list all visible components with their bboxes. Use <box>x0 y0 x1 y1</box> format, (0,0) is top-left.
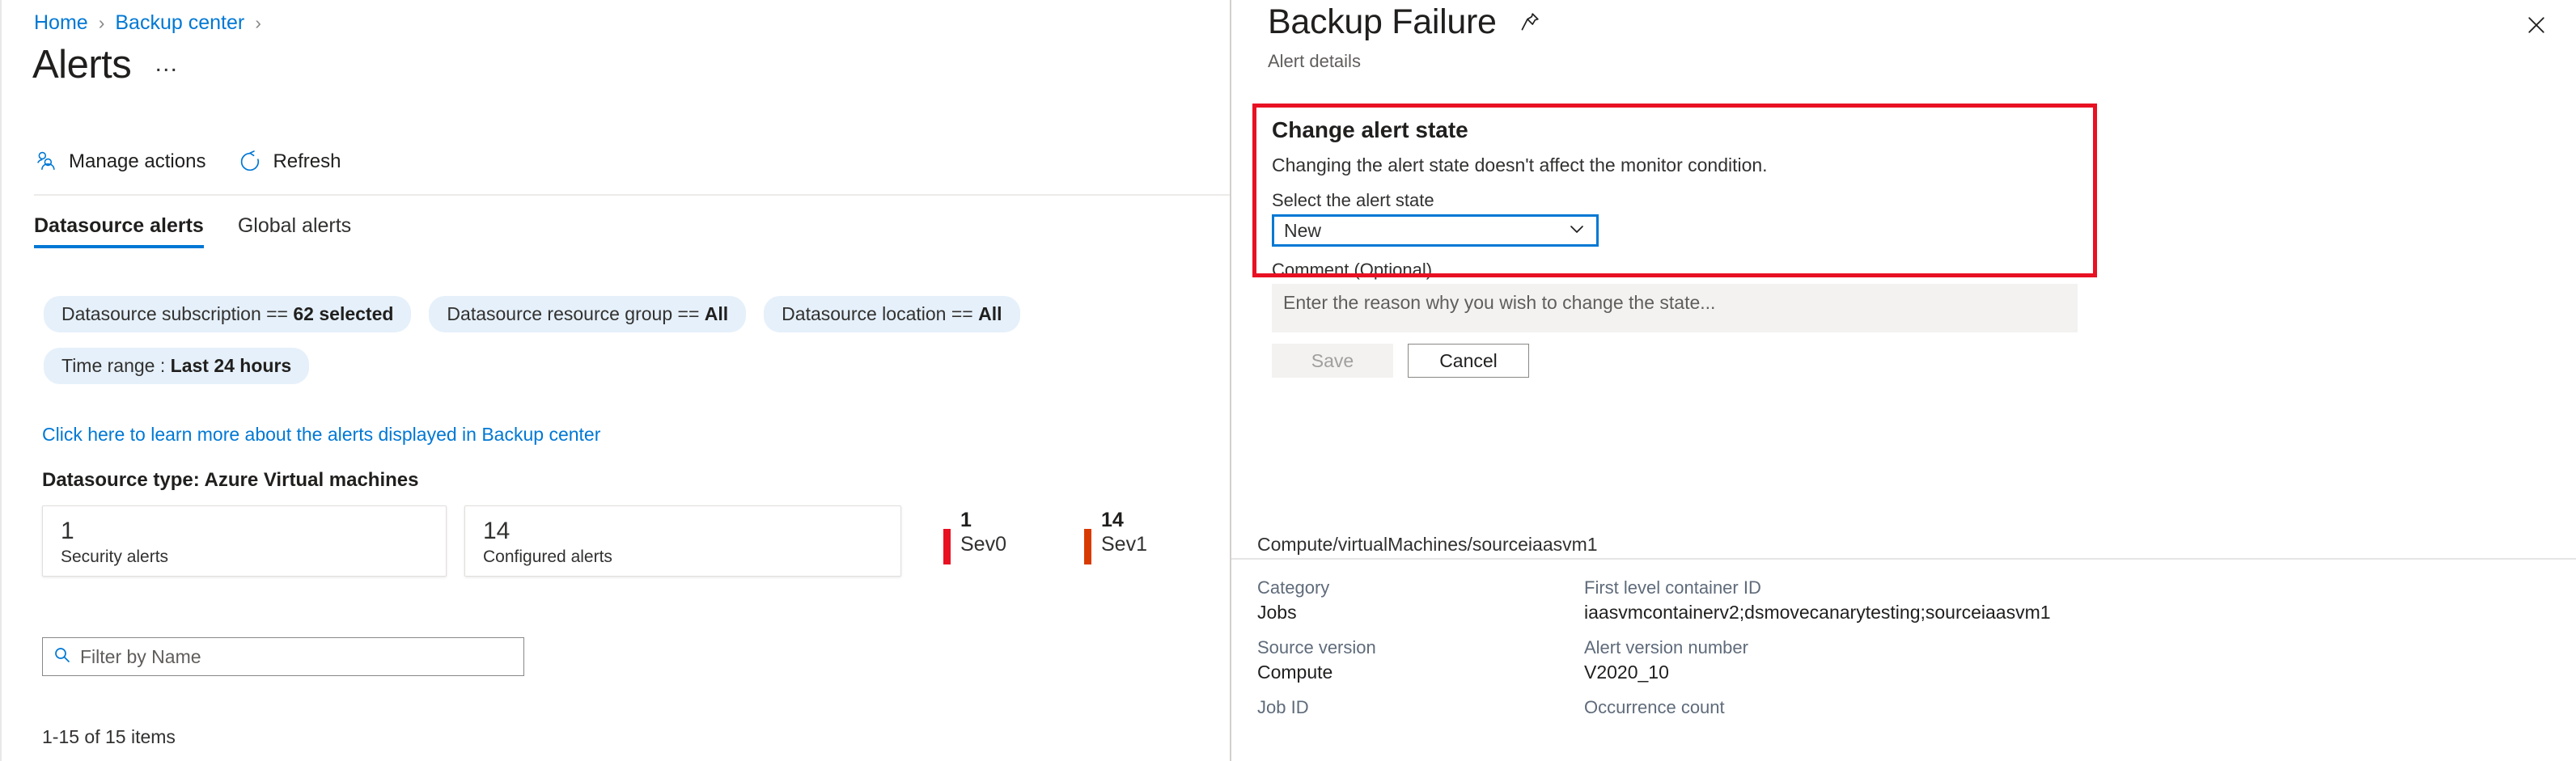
detail-field-alert-version-number: Alert version number V2020_10 <box>1584 636 2552 684</box>
filter-pill-row-1: Datasource subscription == 62 selected D… <box>44 296 1020 332</box>
detail-field-value: Compute <box>1257 660 1584 684</box>
detail-field-value: Jobs <box>1257 600 1584 624</box>
alerts-pane: Home › Backup center › Alerts … Manage a… <box>0 0 1230 761</box>
items-count-label: 1-15 of 15 items <box>42 726 176 748</box>
dialog-title: Change alert state <box>1272 117 1468 143</box>
chevron-right-icon: › <box>255 11 261 35</box>
page-title-row: Alerts … <box>32 42 180 87</box>
command-bar-divider <box>34 194 1230 196</box>
filter-pill-datasource-location[interactable]: Datasource location == All <box>764 296 1019 332</box>
resource-path-value: Compute/virtualMachines/sourceiaasvm1 <box>1257 534 1598 556</box>
alert-state-select[interactable]: New <box>1272 214 1599 247</box>
detail-field-first-level-container-id: First level container ID iaasvmcontainer… <box>1584 576 2552 624</box>
panel-subtitle: Alert details <box>1268 51 1361 72</box>
severity-sev0-bar <box>943 529 951 564</box>
detail-field-label: Alert version number <box>1584 636 2552 660</box>
more-options-button[interactable]: … <box>154 50 180 87</box>
detail-field-occurrence-count: Occurrence count <box>1584 695 2552 720</box>
configured-alerts-label: Configured alerts <box>483 547 883 568</box>
people-icon <box>34 150 58 174</box>
manage-actions-button[interactable]: Manage actions <box>34 150 205 174</box>
refresh-label: Refresh <box>273 150 341 173</box>
comment-textarea[interactable] <box>1272 284 2078 332</box>
detail-field-category: Category Jobs <box>1257 576 1584 624</box>
summary-cards: 1 Security alerts 14 Configured alerts <box>42 505 901 577</box>
save-button[interactable]: Save <box>1272 344 1393 378</box>
tab-global-alerts-label: Global alerts <box>238 214 351 237</box>
configured-alerts-card[interactable]: 14 Configured alerts <box>464 505 901 577</box>
breadcrumb: Home › Backup center › <box>34 11 261 35</box>
command-bar: Manage actions Refresh <box>34 150 341 174</box>
panel-title-row: Backup Failure <box>1268 2 1542 42</box>
alert-detail-fields: Category Jobs Source version Compute Job… <box>1257 576 2552 731</box>
alert-details-panel: Backup Failure Alert details Compute/vir… <box>1230 0 2576 761</box>
left-edge-rail <box>0 0 2 761</box>
manage-actions-label: Manage actions <box>69 150 205 173</box>
search-icon <box>53 645 72 669</box>
detail-divider <box>1231 558 2576 560</box>
detail-field-value: V2020_10 <box>1584 660 2552 684</box>
filter-pill-time-range[interactable]: Time range : Last 24 hours <box>44 348 309 384</box>
tab-global-alerts[interactable]: Global alerts <box>238 214 351 248</box>
change-alert-state-dialog: Change alert state Changing the alert st… <box>1252 104 2097 277</box>
detail-field-label: First level container ID <box>1584 576 2552 600</box>
severity-sev1: 14 Sev1 <box>1084 508 1147 564</box>
severity-sev0: 1 Sev0 <box>943 508 1006 564</box>
filter-pill-datasource-resource-group[interactable]: Datasource resource group == All <box>429 296 746 332</box>
severity-sev1-count: 14 <box>1101 508 1147 532</box>
refresh-icon <box>238 150 262 174</box>
dialog-actions: Save Cancel <box>1272 344 1529 378</box>
configured-alerts-count: 14 <box>483 518 883 545</box>
learn-more-link[interactable]: Click here to learn more about the alert… <box>42 424 600 446</box>
comment-label: Comment (Optional) <box>1272 260 1432 281</box>
detail-field-label: Source version <box>1257 636 1584 660</box>
severity-sev1-label: Sev1 <box>1101 532 1147 556</box>
detail-field-source-version: Source version Compute <box>1257 636 1584 684</box>
chevron-down-icon <box>1567 219 1587 243</box>
chevron-right-icon: › <box>99 11 105 35</box>
breadcrumb-item-backup-center[interactable]: Backup center <box>115 11 244 35</box>
detail-field-job-id: Job ID <box>1257 695 1584 720</box>
datasource-type-heading: Datasource type: Azure Virtual machines <box>42 469 419 492</box>
tab-list: Datasource alerts Global alerts <box>34 214 351 248</box>
filter-by-name-box[interactable] <box>42 637 524 676</box>
security-alerts-card[interactable]: 1 Security alerts <box>42 505 447 577</box>
detail-field-value: iaasvmcontainerv2;dsmovecanarytesting;so… <box>1584 600 2552 624</box>
filter-pill-value: Last 24 hours <box>171 355 292 376</box>
pin-icon[interactable] <box>1518 10 1542 34</box>
tab-datasource-alerts-label: Datasource alerts <box>34 214 204 237</box>
alert-state-select-label: Select the alert state <box>1272 190 1434 211</box>
severity-sev1-bar <box>1084 529 1091 564</box>
security-alerts-label: Security alerts <box>61 547 428 568</box>
refresh-button[interactable]: Refresh <box>238 150 341 174</box>
dialog-description: Changing the alert state doesn't affect … <box>1272 154 1768 176</box>
cancel-button[interactable]: Cancel <box>1408 344 1529 378</box>
tab-datasource-alerts[interactable]: Datasource alerts <box>34 214 204 248</box>
detail-column-left: Category Jobs Source version Compute Job… <box>1257 576 1584 731</box>
filter-pill-key: Datasource resource group == <box>447 303 699 324</box>
filter-pill-value: All <box>978 303 1002 324</box>
severity-sev0-count: 1 <box>960 508 1006 532</box>
close-icon[interactable] <box>2519 8 2553 42</box>
filter-pill-row-2: Time range : Last 24 hours <box>44 348 309 384</box>
page-title: Alerts <box>32 42 131 87</box>
detail-field-label: Category <box>1257 576 1584 600</box>
filter-pill-key: Datasource location == <box>782 303 973 324</box>
security-alerts-count: 1 <box>61 518 428 545</box>
filter-pill-key: Time range : <box>61 355 165 376</box>
breadcrumb-item-home[interactable]: Home <box>34 11 88 35</box>
search-input[interactable] <box>80 646 514 668</box>
filter-pill-datasource-subscription[interactable]: Datasource subscription == 62 selected <box>44 296 411 332</box>
detail-field-label: Occurrence count <box>1584 695 2552 720</box>
alert-state-select-value: New <box>1284 220 1321 242</box>
severity-sev0-label: Sev0 <box>960 532 1006 556</box>
filter-pill-key: Datasource subscription == <box>61 303 288 324</box>
detail-column-right: First level container ID iaasvmcontainer… <box>1584 576 2552 731</box>
panel-title: Backup Failure <box>1268 2 1497 42</box>
filter-pill-value: 62 selected <box>293 303 393 324</box>
filter-pill-value: All <box>705 303 728 324</box>
app-root: Home › Backup center › Alerts … Manage a… <box>0 0 2576 761</box>
detail-field-label: Job ID <box>1257 695 1584 720</box>
